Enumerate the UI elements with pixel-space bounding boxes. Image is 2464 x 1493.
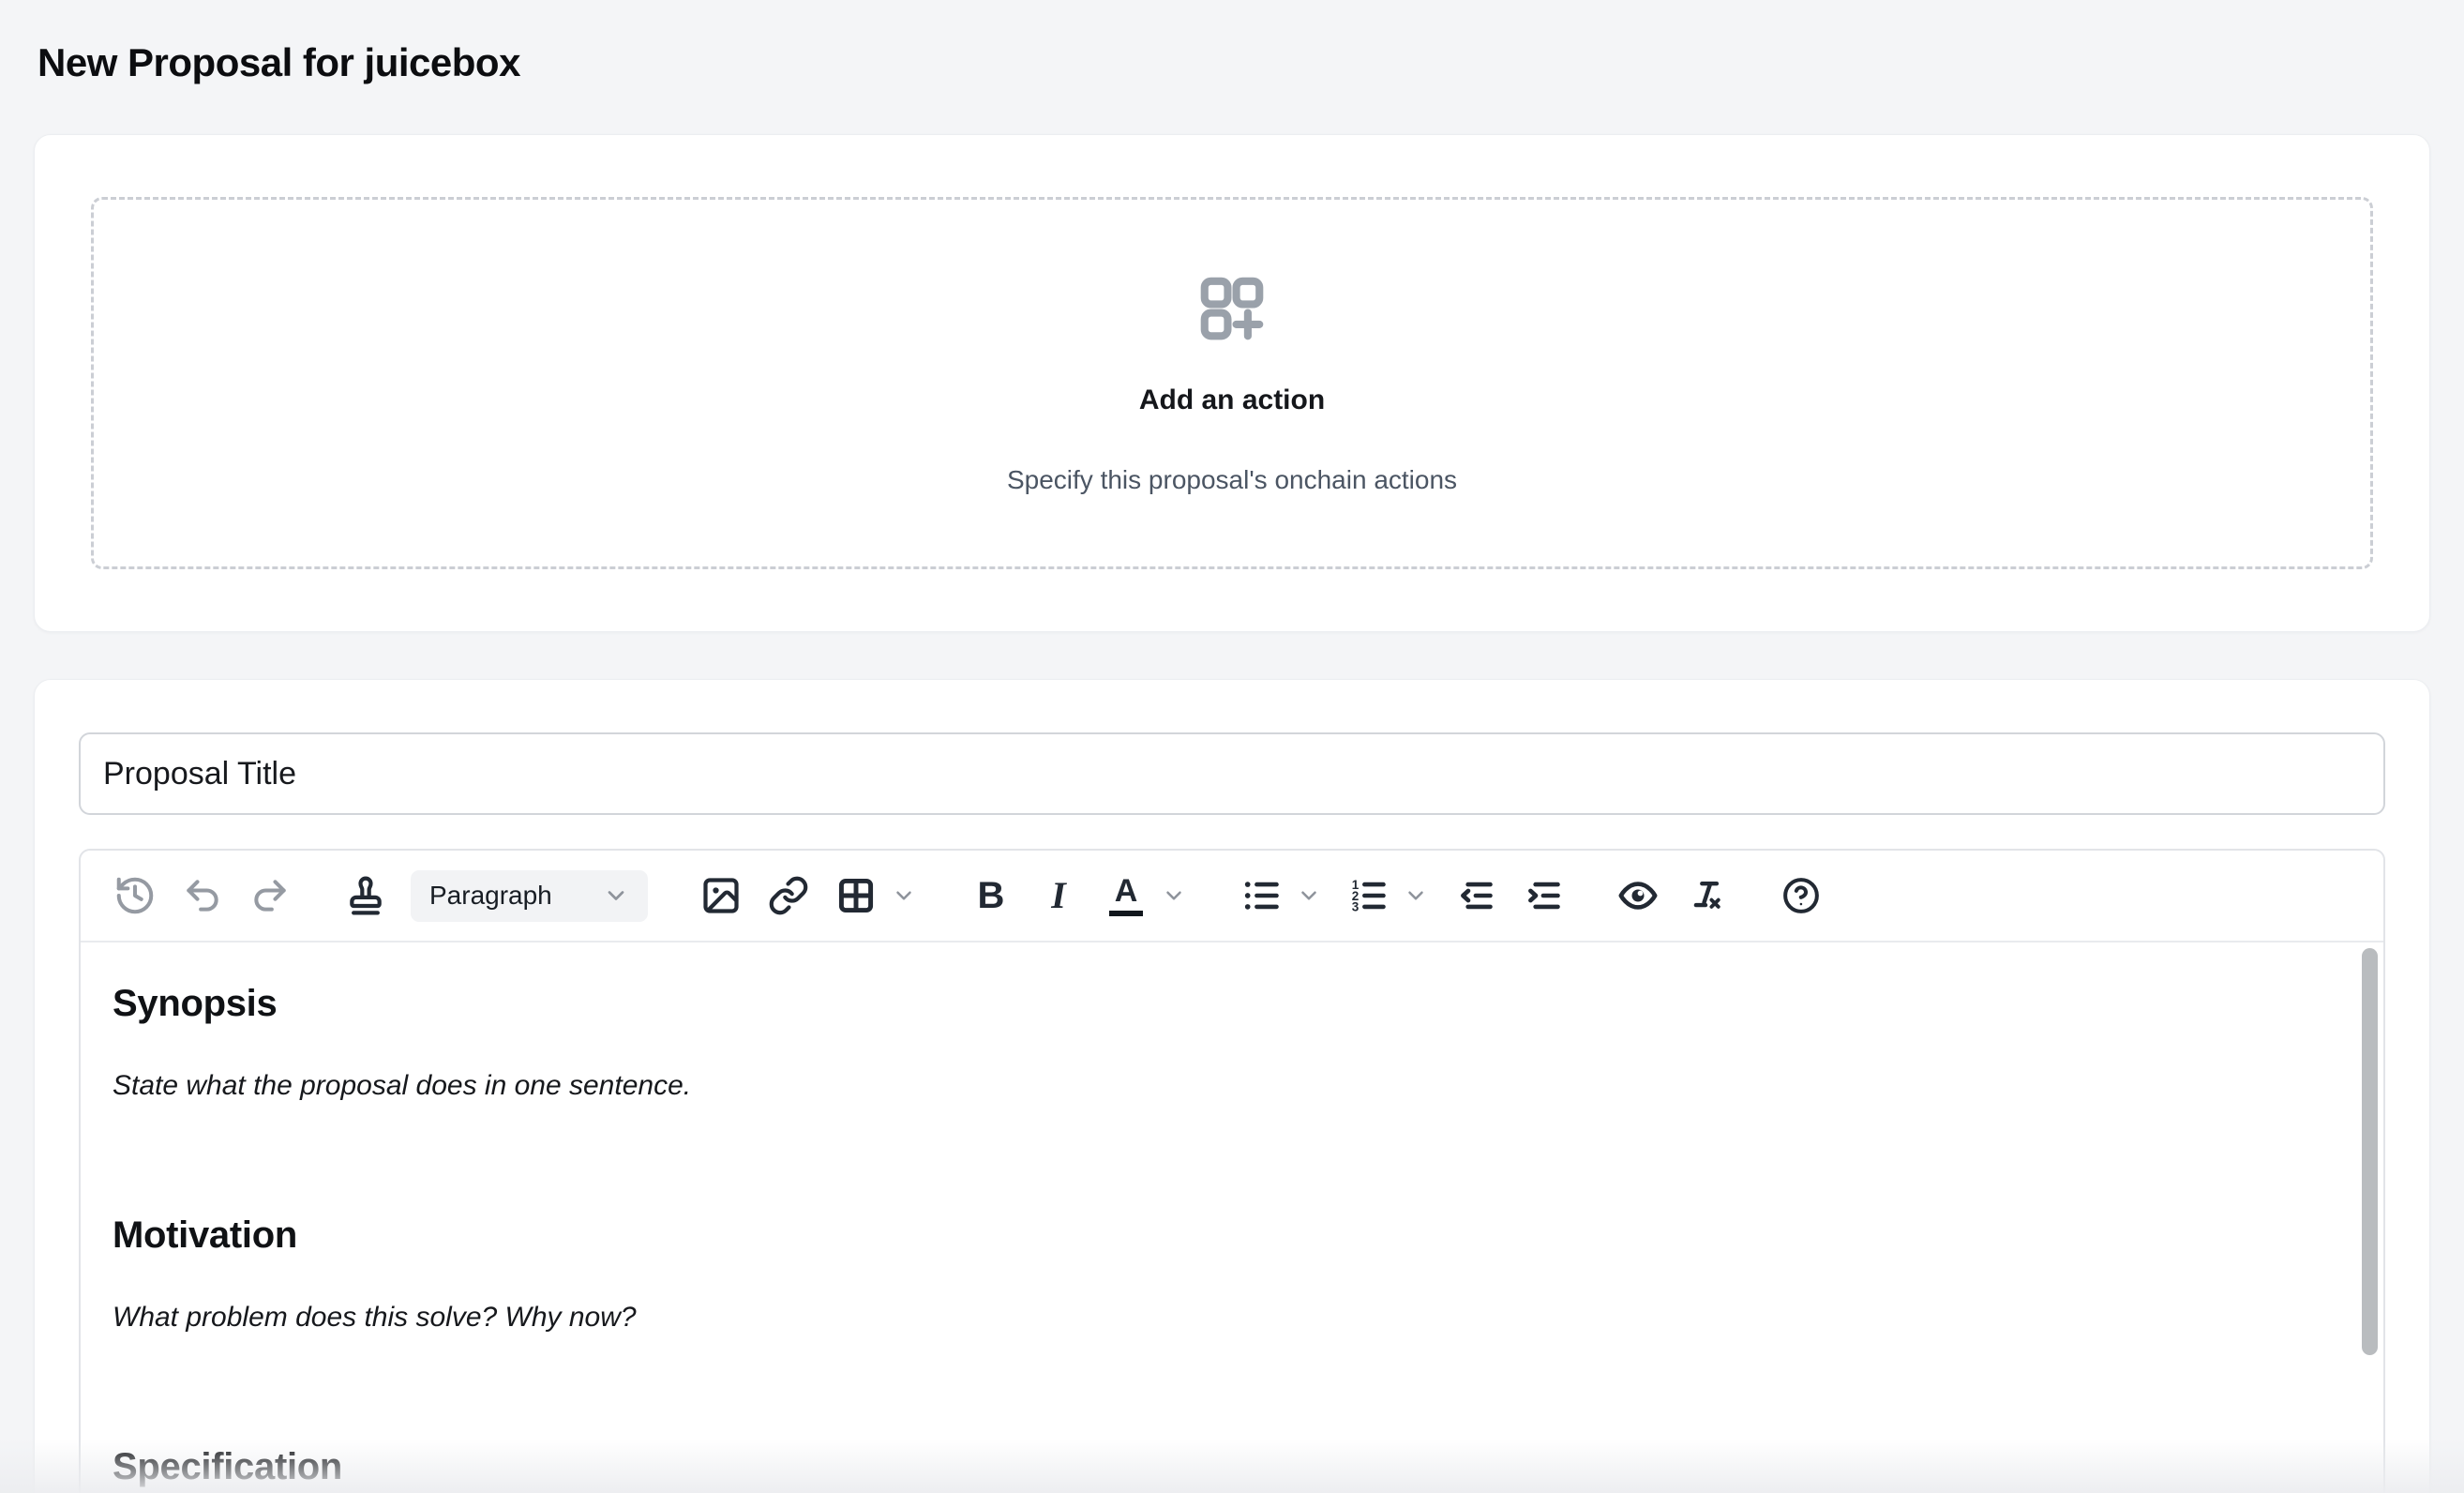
eye-icon (1616, 874, 1660, 917)
toolbar-group-insert (699, 873, 918, 918)
paragraph-style-label: Paragraph (429, 881, 552, 911)
clear-formatting-button[interactable] (1683, 873, 1728, 918)
grid-plus-icon (1195, 272, 1269, 345)
redo-button[interactable] (248, 873, 293, 918)
chevron-down-icon (603, 882, 629, 909)
section-heading-motivation: Motivation (113, 1214, 2351, 1258)
editor-content[interactable]: Synopsis State what the proposal does in… (81, 943, 2383, 1493)
page-title: New Proposal for juicebox (34, 0, 2430, 84)
history-button[interactable] (113, 873, 158, 918)
rich-text-editor: Paragraph (79, 849, 2385, 1493)
section-hint-synopsis: State what the proposal does in one sent… (113, 1067, 2351, 1105)
bullet-list-chevron[interactable] (1295, 873, 1323, 918)
paragraph-style-dropdown[interactable]: Paragraph (411, 870, 648, 922)
insert-image-button[interactable] (699, 873, 744, 918)
insert-link-button[interactable] (766, 873, 811, 918)
proposal-form-card: Paragraph (34, 679, 2430, 1493)
table-options-chevron[interactable] (890, 873, 918, 918)
chevron-down-icon (892, 883, 916, 908)
help-icon (1780, 875, 1822, 916)
add-action-button[interactable]: Add an action Specify this proposal's on… (91, 197, 2373, 569)
editor-toolbar: Paragraph (81, 851, 2383, 943)
toolbar-group-help (1779, 873, 1824, 918)
numbered-list-chevron[interactable] (1402, 873, 1430, 918)
numbered-list-button[interactable]: 1 2 3 (1345, 873, 1390, 918)
clear-formatting-icon (1685, 875, 1726, 916)
bold-button[interactable]: B (969, 873, 1014, 918)
actions-card: Add an action Specify this proposal's on… (34, 134, 2430, 632)
stamp-button[interactable] (343, 873, 388, 918)
bullet-list-icon (1240, 875, 1282, 916)
bold-icon: B (978, 877, 1005, 914)
chevron-down-icon (1162, 883, 1186, 908)
outdent-icon (1454, 875, 1495, 916)
undo-button[interactable] (180, 873, 225, 918)
undo-icon (182, 875, 223, 916)
text-color-icon: A (1109, 875, 1143, 916)
indent-icon (1522, 875, 1563, 916)
chevron-down-icon (1297, 883, 1321, 908)
svg-text:3: 3 (1352, 900, 1360, 914)
toolbar-group-view (1615, 873, 1728, 918)
toolbar-group-lists: 1 2 3 (1239, 873, 1565, 918)
table-icon (835, 875, 877, 916)
stamp-icon (345, 875, 386, 916)
italic-icon: I (1051, 877, 1066, 914)
add-action-title: Add an action (1139, 385, 1325, 416)
link-icon (768, 875, 809, 916)
text-color-button[interactable]: A (1104, 873, 1149, 918)
insert-table-button[interactable] (834, 873, 879, 918)
outdent-button[interactable] (1452, 873, 1497, 918)
image-icon (700, 875, 742, 916)
help-button[interactable] (1779, 873, 1824, 918)
italic-button[interactable]: I (1036, 873, 1081, 918)
preview-button[interactable] (1615, 873, 1660, 918)
toolbar-group-format: B I A (969, 873, 1188, 918)
proposal-title-input[interactable] (79, 732, 2385, 815)
section-heading-specification: Specification (113, 1445, 2351, 1489)
editor-scrollbar-thumb[interactable] (2362, 948, 2378, 1355)
section-heading-synopsis: Synopsis (113, 982, 2351, 1026)
add-action-subtitle: Specify this proposal's onchain actions (1007, 465, 1457, 495)
text-color-chevron[interactable] (1160, 873, 1188, 918)
chevron-down-icon (1404, 883, 1428, 908)
indent-button[interactable] (1520, 873, 1565, 918)
bullet-list-button[interactable] (1239, 873, 1284, 918)
toolbar-group-style: Paragraph (343, 870, 648, 922)
section-hint-motivation: What problem does this solve? Why now? (113, 1299, 2351, 1336)
new-proposal-page: New Proposal for juicebox Add an action … (0, 0, 2464, 1493)
toolbar-group-history (113, 873, 293, 918)
numbered-list-icon: 1 2 3 (1347, 875, 1389, 916)
history-icon (113, 874, 157, 917)
redo-icon (249, 875, 291, 916)
